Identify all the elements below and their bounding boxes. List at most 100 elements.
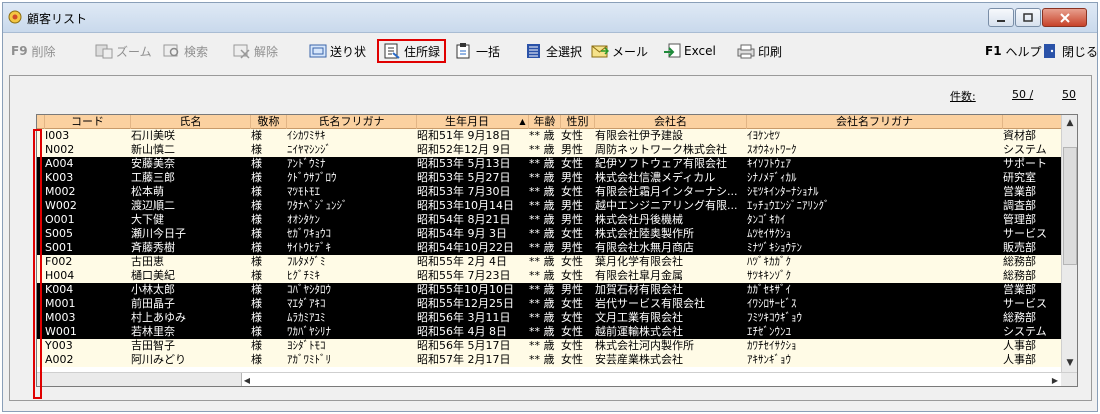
search-button[interactable]: 検索 — [163, 42, 208, 60]
cell-company-kana: ﾌﾐﾂｷｺｳｷﾞｮｳ — [747, 311, 802, 324]
header-age[interactable]: 年齢 — [529, 115, 561, 129]
cell-company-kana: ﾊﾂﾞｷｶｶﾞｸ — [747, 255, 791, 268]
cell-name-kana: ｺﾊﾞﾔｼﾀﾛｳ — [287, 283, 331, 296]
record-count: 件数: 50 / 50 — [950, 88, 1080, 104]
table-row[interactable]: H004 樋口美紀 様 ﾋｸﾞﾁﾐｷ 昭和55年 7月23日 ** 歳女性 有限会社皐月金属… — [37, 269, 1061, 283]
address-book-button[interactable]: 住所録 — [377, 39, 447, 63]
customer-grid[interactable]: コード 氏名 敬称 氏名フリガナ 生年月日 ▲ 年齢 性別 会社名 会社名フリガ… — [36, 114, 1078, 387]
cell-department: 総務部 — [1003, 255, 1036, 268]
header-sex[interactable]: 性別 — [561, 115, 595, 129]
vertical-scrollbar[interactable]: ▲ ▼ — [1061, 115, 1077, 372]
scroll-down-icon[interactable]: ▼ — [1062, 355, 1077, 371]
print-button[interactable]: 印刷 — [737, 42, 782, 60]
cell-sex: 男性 — [561, 199, 583, 212]
search-icon — [163, 44, 179, 57]
cell-sex: 男性 — [561, 241, 583, 254]
header-company-kana[interactable]: 会社名フリガナ — [747, 115, 1003, 129]
delete-button[interactable]: F9 削除 — [11, 42, 56, 60]
cell-code: M003 — [45, 311, 76, 324]
header-department[interactable] — [1003, 115, 1061, 129]
header-code[interactable]: コード — [45, 115, 131, 129]
cell-honorific: 様 — [251, 255, 262, 268]
cell-company-kana: ｼﾓﾂｷｲﾝﾀｰﾅｼｮﾅﾙ — [747, 185, 819, 198]
cell-age: ** 歳 — [529, 241, 555, 254]
table-row[interactable]: W001 若林里奈 様 ﾜｶﾊﾞﾔｼﾘﾅ 昭和56年 4月 8日 ** 歳女性 越前運輸株式… — [37, 325, 1061, 339]
table-row[interactable]: F002 古田恵 様 ﾌﾙﾀﾒｸﾞﾐ 昭和55年 2月 4日 ** 歳女性 葉月化学有限会社… — [37, 255, 1061, 269]
window-title: 顧客リスト — [27, 12, 88, 26]
cell-department: 管理部 — [1003, 213, 1036, 226]
table-row[interactable]: M001 前田晶子 様 ﾏｴﾀﾞｱｷｺ 昭和55年12月25日 ** 歳女性 岩代サービス有… — [37, 297, 1061, 311]
cell-name-kana: ﾋｸﾞﾁﾐｷ — [287, 269, 320, 282]
cell-sex: 男性 — [561, 171, 583, 184]
excel-button[interactable]: Excel — [663, 42, 716, 60]
cell-company-kana: ﾀﾝｺﾞｷｶｲ — [747, 213, 786, 226]
cell-birthdate: 昭和55年 7月23日 — [417, 269, 511, 282]
cell-company-kana: ｼﾅﾉﾒﾃﾞｨｶﾙ — [747, 171, 797, 184]
table-row[interactable]: S001 斉藤秀樹 様 ｻｲﾄｳﾋﾃﾞｷ 昭和54年10月22日 ** 歳男性 有限会社水無… — [37, 241, 1061, 255]
cell-company-kana: ｻﾂｷｷﾝｿﾞｸ — [747, 269, 791, 282]
cell-name-kana: ｸﾄﾞｳｻﾌﾞﾛｳ — [287, 171, 337, 184]
cell-honorific: 様 — [251, 227, 262, 240]
table-row[interactable]: N002 新山慎二 様 ﾆｲﾔﾏｼﾝｼﾞ 昭和52年12月 9日 ** 歳男性 周防ネットワ… — [37, 143, 1061, 157]
cell-age: ** 歳 — [529, 255, 555, 268]
cell-department: 営業部 — [1003, 185, 1036, 198]
maximize-button[interactable] — [1015, 8, 1041, 27]
table-row[interactable]: K003 工藤三郎 様 ｸﾄﾞｳｻﾌﾞﾛｳ 昭和53年 5月27日 ** 歳男性 株式会社信… — [37, 171, 1061, 185]
table-row[interactable]: S005 瀬川今日子 様 ｾｶﾞﾜｷｮｳｺ 昭和54年 9月 3日 ** 歳女性 株式会社陸… — [37, 227, 1061, 241]
scroll-left-icon[interactable]: ◀ — [241, 373, 253, 386]
horizontal-scrollbar[interactable]: ◀ ▶ — [37, 372, 1077, 386]
cell-code: A004 — [45, 157, 74, 170]
customer-list-window: 顧客リスト F9 削除 ズーム 検索 解除 送り状 住所録 一括 全選択 メール… — [2, 2, 1098, 412]
scroll-up-icon[interactable]: ▲ — [1062, 115, 1077, 131]
table-row[interactable]: M003 村上あゆみ 様 ﾑﾗｶﾐｱﾕﾐ 昭和56年 3月11日 ** 歳女性 文月工業有限… — [37, 311, 1061, 325]
cell-name: 阿川みどり — [131, 353, 186, 366]
bulk-button[interactable]: 一括 — [455, 42, 500, 60]
cell-honorific: 様 — [251, 185, 262, 198]
exit-door-icon — [1044, 44, 1055, 58]
close-button[interactable]: 閉じる — [1041, 42, 1098, 60]
cell-age: ** 歳 — [529, 269, 555, 282]
header-name[interactable]: 氏名 — [131, 115, 251, 129]
table-row[interactable]: I003 石川美咲 様 ｲｼｶﾜﾐｻｷ 昭和51年 9月18日 ** 歳女性 有限会社伊予建… — [37, 129, 1061, 143]
record-count-value: 50 / — [1012, 88, 1034, 101]
cell-department: 資材部 — [1003, 129, 1036, 142]
cell-birthdate: 昭和55年12月25日 — [417, 297, 514, 310]
help-shortcut: F1 — [985, 44, 1002, 58]
mail-button[interactable]: メール — [591, 42, 648, 60]
cell-company-kana: ｶｶﾞｾｷｻﾞｲ — [747, 283, 791, 296]
send-slip-button[interactable]: 送り状 — [309, 42, 366, 60]
table-row[interactable]: Y003 吉田智子 様 ﾖｼﾀﾞﾄﾓｺ 昭和56年 5月17日 ** 歳女性 株式会社河内製… — [37, 339, 1061, 353]
cell-birthdate: 昭和53年 5月27日 — [417, 171, 511, 184]
scroll-right-icon[interactable]: ▶ — [1049, 373, 1061, 386]
clear-button[interactable]: 解除 — [233, 42, 278, 60]
vertical-scroll-thumb[interactable] — [1063, 147, 1077, 265]
cell-age: ** 歳 — [529, 227, 555, 240]
cell-birthdate: 昭和53年10月14日 — [417, 199, 514, 212]
cell-name-kana: ﾏﾂﾓﾄﾓｴ — [287, 185, 320, 198]
table-row[interactable]: K004 小林太郎 様 ｺﾊﾞﾔｼﾀﾛｳ 昭和55年10月10日 ** 歳男性 加賀石材有限… — [37, 283, 1061, 297]
cell-company: 越前運輸株式会社 — [595, 325, 683, 338]
header-honorific[interactable]: 敬称 — [251, 115, 287, 129]
close-window-button[interactable] — [1042, 8, 1087, 27]
cell-name: 若林里奈 — [131, 325, 175, 338]
select-all-button[interactable]: 全選択 — [525, 42, 582, 60]
header-company[interactable]: 会社名 — [595, 115, 747, 129]
cell-code: M001 — [45, 297, 76, 310]
cell-age: ** 歳 — [529, 339, 555, 352]
horizontal-scroll-track[interactable] — [241, 373, 1061, 386]
cell-name: 前田晶子 — [131, 297, 175, 310]
table-row[interactable]: M002 松本萌 様 ﾏﾂﾓﾄﾓｴ 昭和53年 7月30日 ** 歳女性 有限会社霜月インタ… — [37, 185, 1061, 199]
zoom-button[interactable]: ズーム — [95, 42, 152, 60]
cell-company-kana: ｽｵｳﾈｯﾄﾜｰｸ — [747, 143, 797, 156]
header-name-kana[interactable]: 氏名フリガナ — [287, 115, 417, 129]
table-row[interactable]: O001 大下健 様 ｵｵｼﾀｹﾝ 昭和54年 8月21日 ** 歳男性 株式会社丹後機械 ﾀ… — [37, 213, 1061, 227]
cell-name: 渡辺順二 — [131, 199, 175, 212]
table-row[interactable]: A002 阿川みどり 様 ｱｶﾞﾜﾐﾄﾞﾘ 昭和57年 2月17日 ** 歳女性 安芸産業株… — [37, 353, 1061, 367]
minimize-button[interactable] — [988, 8, 1014, 27]
table-row[interactable]: W002 渡辺順二 様 ﾜﾀﾅﾍﾞｼﾞｭﾝｼﾞ 昭和53年10月14日 ** 歳男性 越中エ… — [37, 199, 1061, 213]
cell-code: Y003 — [45, 339, 73, 352]
header-birthdate[interactable]: 生年月日 — [417, 115, 517, 129]
table-row[interactable]: A004 安藤美奈 様 ｱﾝﾄﾞｳﾐﾅ 昭和53年 5月13日 ** 歳女性 紀伊ソフトウェ… — [37, 157, 1061, 171]
help-button[interactable]: F1 ヘルプ — [985, 42, 1042, 60]
record-count-total: 50 — [1062, 88, 1076, 101]
